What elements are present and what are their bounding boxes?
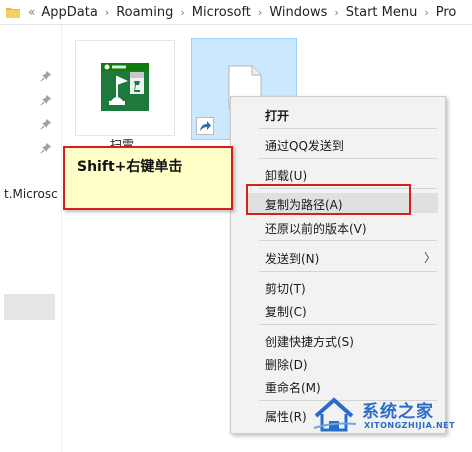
breadcrumb-start-menu[interactable]: Start Menu: [346, 5, 418, 20]
breadcrumb-windows[interactable]: Windows: [269, 5, 327, 20]
breadcrumb-separator-icon: ›: [334, 5, 339, 19]
breadcrumb-separator-icon: ›: [104, 5, 110, 19]
nav-item-selected[interactable]: [4, 294, 55, 320]
menu-item-create-shortcut[interactable]: 创建快捷方式(S): [265, 333, 354, 350]
navigation-pane: [0, 25, 61, 452]
menu-separator: [259, 240, 437, 241]
context-menu: 打开 通过QQ发送到 卸载(U) 复制为路径(A) 还原以前的版本(V) 发送到…: [230, 96, 446, 434]
pin-icon: [40, 94, 52, 106]
chevron-right-icon: 〉: [424, 251, 437, 265]
menu-separator: [259, 324, 437, 325]
pin-icon: [40, 70, 52, 82]
pin-icon: [40, 118, 52, 130]
menu-item-open[interactable]: 打开: [265, 107, 289, 124]
menu-item-uninstall[interactable]: 卸载(U): [265, 167, 307, 184]
breadcrumb-appdata[interactable]: AppData: [41, 5, 97, 20]
menu-item-restore-previous-versions[interactable]: 还原以前的版本(V): [265, 220, 367, 237]
menu-separator: [259, 128, 437, 129]
breadcrumb-microsoft[interactable]: Microsoft: [192, 5, 251, 20]
watermark-logo: 系统之家 XITONGZHIJIA.NET: [312, 394, 472, 434]
overflow-chevron-icon[interactable]: «: [28, 5, 35, 19]
pane-divider[interactable]: [61, 25, 62, 452]
pin-icon: [40, 142, 52, 154]
xbox-minesweeper-icon: [101, 63, 149, 111]
shortcut-arrow-icon: [196, 117, 214, 135]
watermark-url: XITONGZHIJIA.NET: [364, 421, 456, 430]
menu-item-delete[interactable]: 删除(D): [265, 356, 308, 373]
callout-note: Shift+右键单击: [63, 146, 233, 210]
watermark-text: 系统之家: [362, 402, 434, 422]
menu-item-properties[interactable]: 属性(R): [265, 408, 307, 425]
breadcrumb-separator-icon: ›: [180, 5, 185, 19]
house-logo-icon: [313, 397, 357, 432]
folder-icon: [6, 7, 20, 18]
menu-item-send-to[interactable]: 发送到(N): [265, 250, 319, 267]
breadcrumb-roaming[interactable]: Roaming: [116, 5, 173, 20]
menu-item-copy[interactable]: 复制(C): [265, 303, 307, 320]
menu-separator: [259, 271, 437, 272]
callout-text: Shift+右键单击: [77, 159, 183, 175]
menu-separator: [259, 158, 437, 159]
menu-item-cut[interactable]: 剪切(T): [265, 280, 306, 297]
breadcrumb-programs[interactable]: Pro: [436, 5, 457, 20]
highlight-box: [246, 184, 411, 215]
menu-item-send-via-qq[interactable]: 通过QQ发送到: [265, 137, 344, 154]
file-tile-minesweeper[interactable]: [75, 40, 175, 136]
address-bar[interactable]: « AppData › Roaming › Microsoft › Window…: [0, 0, 472, 25]
breadcrumb-separator-icon: ›: [257, 5, 263, 19]
nav-item-microsoft[interactable]: t.Microsc: [4, 187, 58, 201]
breadcrumb-separator-icon: ›: [424, 5, 429, 19]
